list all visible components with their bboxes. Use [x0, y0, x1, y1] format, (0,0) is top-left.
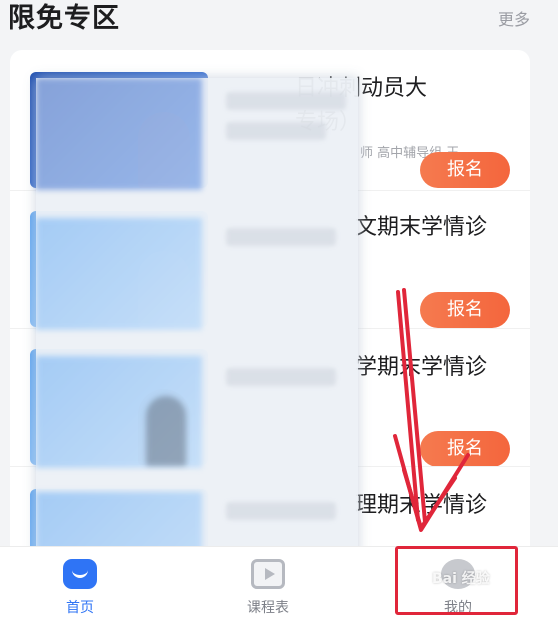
signup-button[interactable]: 报名 — [420, 292, 510, 328]
screen: 限免专区 更多 日冲刺动员大 专场） 师 高中辅导组 王 报名 文期末学情诊 报… — [0, 0, 558, 618]
section-title: 限免专区 — [8, 3, 120, 34]
blurred-thumb — [36, 218, 202, 330]
tab-label: 首页 — [66, 600, 94, 616]
blurred-text — [226, 122, 326, 140]
section-header: 限免专区 更多 — [0, 0, 558, 40]
blurred-text — [226, 368, 336, 386]
course-title: 理期末学情诊 — [355, 493, 488, 518]
blur-redaction — [36, 78, 358, 606]
more-link[interactable]: 更多 — [498, 6, 530, 30]
course-title: 学期末学情诊 — [355, 355, 488, 380]
course-title: 文期末学情诊 — [355, 215, 488, 240]
tab-schedule[interactable]: 课程表 — [198, 547, 338, 618]
watermark: Bai 经验 — [432, 571, 490, 587]
blurred-figure — [146, 396, 186, 466]
blurred-text — [226, 92, 346, 110]
signup-button[interactable]: 报名 — [420, 431, 510, 467]
schedule-icon — [251, 559, 285, 589]
signup-button[interactable]: 报名 — [420, 152, 510, 188]
blurred-text — [226, 502, 336, 520]
tab-home[interactable]: 首页 — [10, 547, 150, 618]
tab-label: 课程表 — [247, 600, 289, 616]
blurred-text — [226, 228, 336, 246]
home-icon — [63, 559, 97, 589]
blurred-thumb — [36, 78, 202, 190]
